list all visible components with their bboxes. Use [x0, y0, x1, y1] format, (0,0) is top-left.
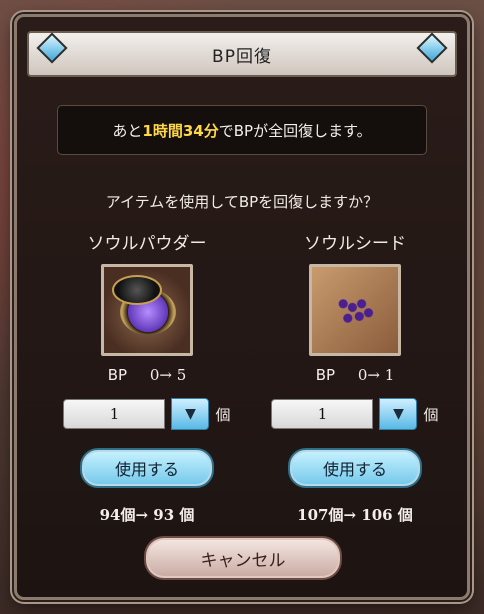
bp-recovery-dialog: BP回復 あと 1時間34分 でBPが全回復します。 アイテムを使用してBPを回… [14, 14, 470, 600]
recovery-notice: あと 1時間34分 でBPが全回復します。 [57, 105, 427, 155]
quantity-select[interactable]: 1 [63, 399, 166, 429]
bp-change: BP 0→ 1 [265, 366, 445, 384]
soul-seed-icon [309, 264, 401, 356]
item-soul-powder: ソウルパウダー BP 0→ 5 1 ▼ 個 使用する 94個→ 93 個 [57, 229, 237, 525]
item-soul-seed: ソウルシード BP 0→ 1 1 ▼ 個 使用する 107個→ 106 個 [265, 229, 445, 525]
item-name: ソウルパウダー [87, 234, 207, 254]
dialog-title-bar: BP回復 [27, 31, 457, 77]
quantity-selector: 1 ▼ 個 [265, 398, 445, 430]
item-count-change: 107個→ 106 個 [297, 506, 413, 524]
notice-prefix: あと [112, 121, 143, 140]
chevron-down-icon[interactable]: ▼ [171, 398, 210, 430]
soul-powder-icon [101, 264, 193, 356]
use-soul-seed-button[interactable]: 使用する [288, 448, 422, 488]
bp-change-value: 0→ 5 [149, 366, 187, 384]
bp-label: BP [107, 366, 128, 384]
item-count-change: 94個→ 93 個 [99, 506, 195, 524]
notice-time: 1時間34分 [142, 121, 219, 140]
quantity-selector: 1 ▼ 個 [57, 398, 237, 430]
recover-question: アイテムを使用してBPを回復しますか？ [105, 193, 379, 211]
cancel-button[interactable]: キャンセル [144, 536, 342, 580]
quantity-select[interactable]: 1 [271, 399, 374, 429]
bp-change: BP 0→ 5 [57, 366, 237, 384]
item-name: ソウルシード [304, 234, 406, 254]
notice-suffix: でBPが全回復します。 [218, 121, 372, 140]
quantity-unit: 個 [423, 405, 439, 424]
use-soul-powder-button[interactable]: 使用する [80, 448, 214, 488]
chevron-down-icon[interactable]: ▼ [379, 398, 418, 430]
bp-label: BP [315, 366, 336, 384]
bp-change-value: 0→ 1 [357, 366, 395, 384]
dialog-title: BP回復 [212, 46, 272, 67]
quantity-unit: 個 [215, 405, 231, 424]
